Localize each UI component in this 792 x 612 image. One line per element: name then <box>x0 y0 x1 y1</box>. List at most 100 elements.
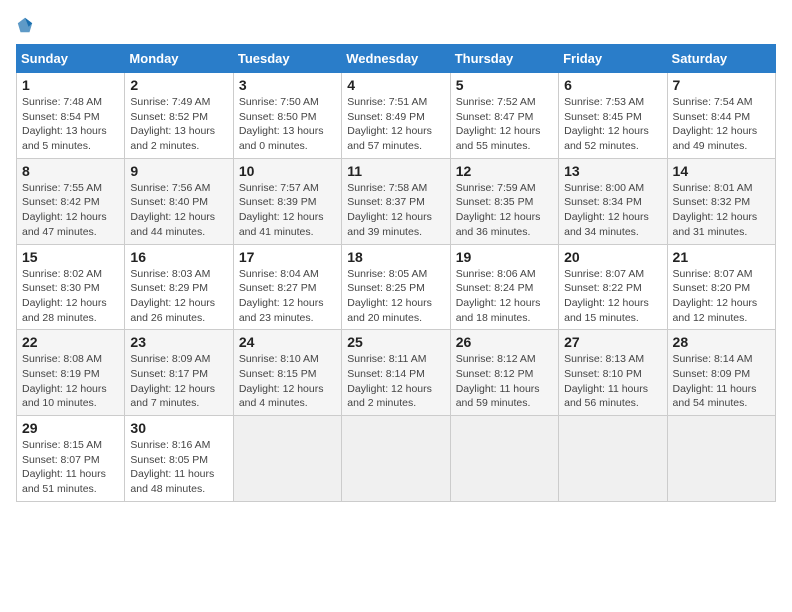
day-detail: Sunrise: 8:03 AMSunset: 8:29 PMDaylight:… <box>130 267 227 326</box>
weekday-header-row: SundayMondayTuesdayWednesdayThursdayFrid… <box>17 45 776 73</box>
weekday-header-monday: Monday <box>125 45 233 73</box>
weekday-header-friday: Friday <box>559 45 667 73</box>
header <box>16 16 776 34</box>
day-detail: Sunrise: 7:48 AMSunset: 8:54 PMDaylight:… <box>22 95 119 154</box>
calendar-day-5: 5 Sunrise: 7:52 AMSunset: 8:47 PMDaylight… <box>450 73 558 159</box>
day-detail: Sunrise: 8:10 AMSunset: 8:15 PMDaylight:… <box>239 352 336 411</box>
day-number: 22 <box>22 334 119 350</box>
day-detail: Sunrise: 7:50 AMSunset: 8:50 PMDaylight:… <box>239 95 336 154</box>
empty-cell <box>450 416 558 502</box>
day-number: 28 <box>673 334 770 350</box>
calendar-day-12: 12 Sunrise: 7:59 AMSunset: 8:35 PMDayligh… <box>450 158 558 244</box>
calendar-table: SundayMondayTuesdayWednesdayThursdayFrid… <box>16 44 776 502</box>
day-detail: Sunrise: 8:14 AMSunset: 8:09 PMDaylight:… <box>673 352 770 411</box>
day-detail: Sunrise: 8:05 AMSunset: 8:25 PMDaylight:… <box>347 267 444 326</box>
calendar-day-18: 18Sunrise: 8:05 AMSunset: 8:25 PMDayligh… <box>342 244 450 330</box>
day-detail: Sunrise: 7:59 AMSunset: 8:35 PMDaylight:… <box>456 181 553 240</box>
logo-icon <box>16 16 34 34</box>
weekday-header-tuesday: Tuesday <box>233 45 341 73</box>
day-number: 3 <box>239 77 336 93</box>
calendar-day-13: 13 Sunrise: 8:00 AMSunset: 8:34 PMDayligh… <box>559 158 667 244</box>
day-detail: Sunrise: 7:58 AMSunset: 8:37 PMDaylight:… <box>347 181 444 240</box>
weekday-header-wednesday: Wednesday <box>342 45 450 73</box>
calendar-day-2: 2 Sunrise: 7:49 AMSunset: 8:52 PMDaylight… <box>125 73 233 159</box>
day-detail: Sunrise: 8:02 AMSunset: 8:30 PMDaylight:… <box>22 267 119 326</box>
day-number: 10 <box>239 163 336 179</box>
day-detail: Sunrise: 8:15 AMSunset: 8:07 PMDaylight:… <box>22 438 119 497</box>
day-number: 12 <box>456 163 553 179</box>
weekday-header-sunday: Sunday <box>17 45 125 73</box>
day-number: 9 <box>130 163 227 179</box>
day-number: 8 <box>22 163 119 179</box>
day-detail: Sunrise: 8:01 AMSunset: 8:32 PMDaylight:… <box>673 181 770 240</box>
day-detail: Sunrise: 7:49 AMSunset: 8:52 PMDaylight:… <box>130 95 227 154</box>
day-number: 25 <box>347 334 444 350</box>
day-detail: Sunrise: 8:11 AMSunset: 8:14 PMDaylight:… <box>347 352 444 411</box>
calendar-week-1: 1 Sunrise: 7:48 AMSunset: 8:54 PMDaylight… <box>17 73 776 159</box>
calendar-week-4: 22Sunrise: 8:08 AMSunset: 8:19 PMDayligh… <box>17 330 776 416</box>
empty-cell <box>667 416 775 502</box>
day-detail: Sunrise: 8:16 AMSunset: 8:05 PMDaylight:… <box>130 438 227 497</box>
calendar-day-26: 26 Sunrise: 8:12 AMSunset: 8:12 PMDayligh… <box>450 330 558 416</box>
day-number: 15 <box>22 249 119 265</box>
calendar-week-5: 29 Sunrise: 8:15 AMSunset: 8:07 PMDayligh… <box>17 416 776 502</box>
calendar-day-27: 27Sunrise: 8:13 AMSunset: 8:10 PMDayligh… <box>559 330 667 416</box>
empty-cell <box>233 416 341 502</box>
day-detail: Sunrise: 8:07 AMSunset: 8:22 PMDaylight:… <box>564 267 661 326</box>
calendar-day-24: 24 Sunrise: 8:10 AMSunset: 8:15 PMDayligh… <box>233 330 341 416</box>
day-number: 20 <box>564 249 661 265</box>
calendar-day-8: 8 Sunrise: 7:55 AMSunset: 8:42 PMDaylight… <box>17 158 125 244</box>
calendar-day-28: 28 Sunrise: 8:14 AMSunset: 8:09 PMDayligh… <box>667 330 775 416</box>
calendar-day-9: 9 Sunrise: 7:56 AMSunset: 8:40 PMDaylight… <box>125 158 233 244</box>
calendar-day-30: 30 Sunrise: 8:16 AMSunset: 8:05 PMDayligh… <box>125 416 233 502</box>
calendar-day-14: 14Sunrise: 8:01 AMSunset: 8:32 PMDayligh… <box>667 158 775 244</box>
day-number: 6 <box>564 77 661 93</box>
calendar-week-2: 8 Sunrise: 7:55 AMSunset: 8:42 PMDaylight… <box>17 158 776 244</box>
day-number: 17 <box>239 249 336 265</box>
day-detail: Sunrise: 8:06 AMSunset: 8:24 PMDaylight:… <box>456 267 553 326</box>
day-number: 26 <box>456 334 553 350</box>
calendar-week-3: 15 Sunrise: 8:02 AMSunset: 8:30 PMDayligh… <box>17 244 776 330</box>
day-detail: Sunrise: 8:12 AMSunset: 8:12 PMDaylight:… <box>456 352 553 411</box>
day-detail: Sunrise: 7:53 AMSunset: 8:45 PMDaylight:… <box>564 95 661 154</box>
day-detail: Sunrise: 8:04 AMSunset: 8:27 PMDaylight:… <box>239 267 336 326</box>
day-detail: Sunrise: 7:56 AMSunset: 8:40 PMDaylight:… <box>130 181 227 240</box>
calendar-day-25: 25 Sunrise: 8:11 AMSunset: 8:14 PMDayligh… <box>342 330 450 416</box>
day-detail: Sunrise: 7:52 AMSunset: 8:47 PMDaylight:… <box>456 95 553 154</box>
calendar-day-20: 20 Sunrise: 8:07 AMSunset: 8:22 PMDayligh… <box>559 244 667 330</box>
day-number: 4 <box>347 77 444 93</box>
calendar-day-29: 29 Sunrise: 8:15 AMSunset: 8:07 PMDayligh… <box>17 416 125 502</box>
weekday-header-saturday: Saturday <box>667 45 775 73</box>
empty-cell <box>559 416 667 502</box>
day-number: 23 <box>130 334 227 350</box>
day-number: 7 <box>673 77 770 93</box>
calendar-day-3: 3 Sunrise: 7:50 AMSunset: 8:50 PMDaylight… <box>233 73 341 159</box>
calendar-day-16: 16Sunrise: 8:03 AMSunset: 8:29 PMDayligh… <box>125 244 233 330</box>
day-detail: Sunrise: 7:55 AMSunset: 8:42 PMDaylight:… <box>22 181 119 240</box>
calendar-day-7: 7Sunrise: 7:54 AMSunset: 8:44 PMDaylight… <box>667 73 775 159</box>
day-number: 19 <box>456 249 553 265</box>
day-detail: Sunrise: 8:09 AMSunset: 8:17 PMDaylight:… <box>130 352 227 411</box>
day-number: 5 <box>456 77 553 93</box>
calendar-day-15: 15 Sunrise: 8:02 AMSunset: 8:30 PMDayligh… <box>17 244 125 330</box>
calendar-day-23: 23 Sunrise: 8:09 AMSunset: 8:17 PMDayligh… <box>125 330 233 416</box>
day-number: 24 <box>239 334 336 350</box>
day-detail: Sunrise: 7:51 AMSunset: 8:49 PMDaylight:… <box>347 95 444 154</box>
day-number: 13 <box>564 163 661 179</box>
weekday-header-thursday: Thursday <box>450 45 558 73</box>
calendar-day-17: 17 Sunrise: 8:04 AMSunset: 8:27 PMDayligh… <box>233 244 341 330</box>
calendar-day-4: 4 Sunrise: 7:51 AMSunset: 8:49 PMDaylight… <box>342 73 450 159</box>
calendar-day-6: 6 Sunrise: 7:53 AMSunset: 8:45 PMDaylight… <box>559 73 667 159</box>
day-number: 11 <box>347 163 444 179</box>
day-number: 1 <box>22 77 119 93</box>
calendar-day-22: 22Sunrise: 8:08 AMSunset: 8:19 PMDayligh… <box>17 330 125 416</box>
day-number: 29 <box>22 420 119 436</box>
day-number: 30 <box>130 420 227 436</box>
calendar-day-1: 1 Sunrise: 7:48 AMSunset: 8:54 PMDaylight… <box>17 73 125 159</box>
day-detail: Sunrise: 8:00 AMSunset: 8:34 PMDaylight:… <box>564 181 661 240</box>
calendar-day-10: 10Sunrise: 7:57 AMSunset: 8:39 PMDayligh… <box>233 158 341 244</box>
day-detail: Sunrise: 8:13 AMSunset: 8:10 PMDaylight:… <box>564 352 661 411</box>
day-detail: Sunrise: 8:07 AMSunset: 8:20 PMDaylight:… <box>673 267 770 326</box>
day-number: 21 <box>673 249 770 265</box>
day-number: 2 <box>130 77 227 93</box>
